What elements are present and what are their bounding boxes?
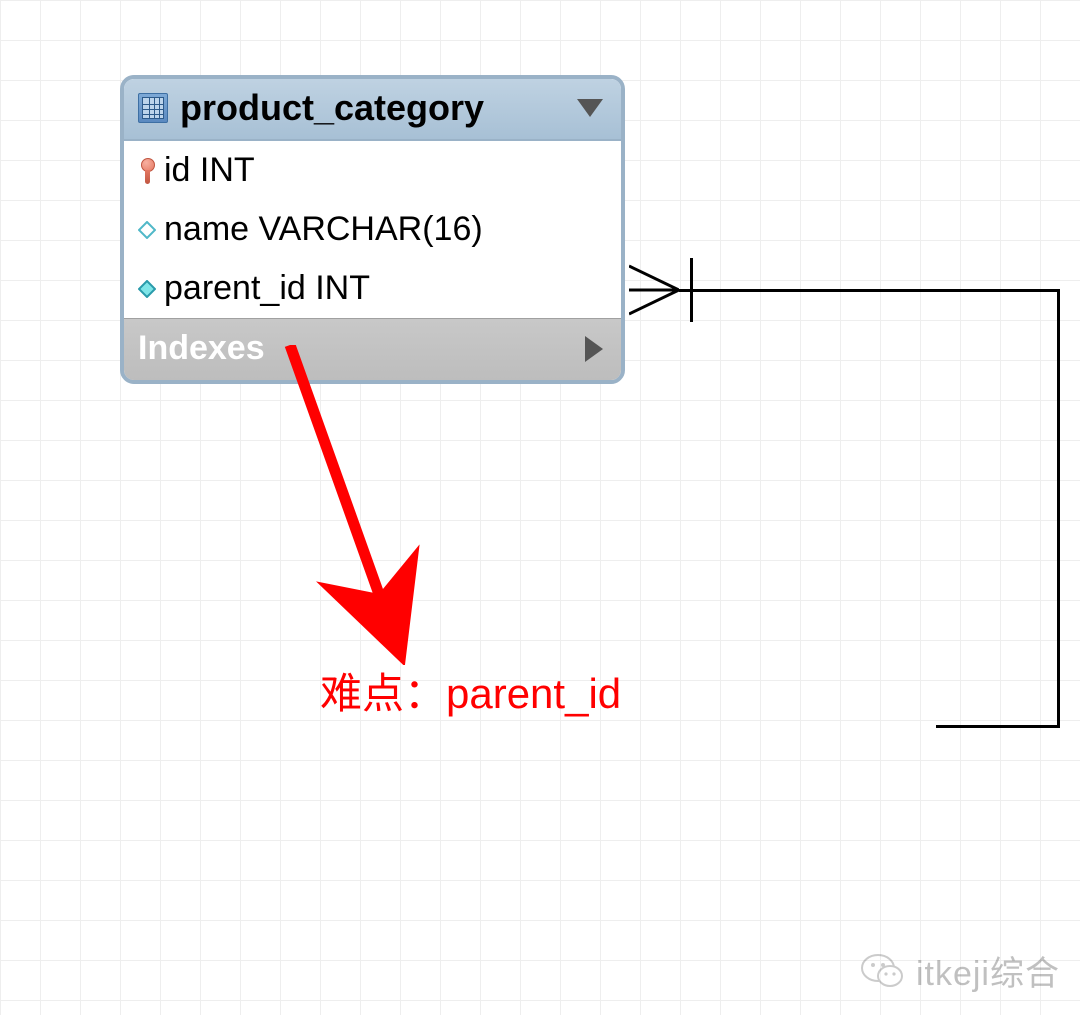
column-label: name VARCHAR(16)	[164, 210, 483, 249]
column-row[interactable]: name VARCHAR(16)	[124, 200, 621, 259]
relation-line	[679, 289, 1060, 292]
column-row[interactable]: parent_id INT	[124, 259, 621, 318]
table-header[interactable]: product_category	[124, 79, 621, 141]
relation-line	[1057, 289, 1060, 727]
collapse-icon[interactable]	[577, 99, 603, 117]
relation-line	[936, 725, 1060, 728]
column-row[interactable]: id INT	[124, 141, 621, 200]
table-name-label: product_category	[180, 87, 565, 129]
expand-icon[interactable]	[585, 336, 603, 362]
wechat-icon	[860, 948, 906, 994]
table-product-category[interactable]: product_category id INT name VARCHAR(16)	[120, 75, 625, 384]
diagram-canvas: product_category id INT name VARCHAR(16)	[0, 0, 1080, 1015]
column-icon	[138, 221, 156, 239]
indexes-label: Indexes	[138, 329, 265, 368]
primary-key-icon	[138, 158, 156, 184]
watermark: itkeji综合	[860, 946, 1060, 995]
table-columns: id INT name VARCHAR(16) parent_id INT	[124, 141, 621, 318]
relation-crowfoot-icon	[629, 262, 679, 323]
table-icon	[138, 93, 168, 123]
column-label: parent_id INT	[164, 269, 370, 308]
column-icon	[138, 280, 156, 298]
annotation-label: 难点：parent_id	[320, 660, 621, 721]
table-indexes-section[interactable]: Indexes	[124, 318, 621, 380]
column-label: id INT	[164, 151, 255, 190]
watermark-label: itkeji综合	[916, 946, 1060, 995]
